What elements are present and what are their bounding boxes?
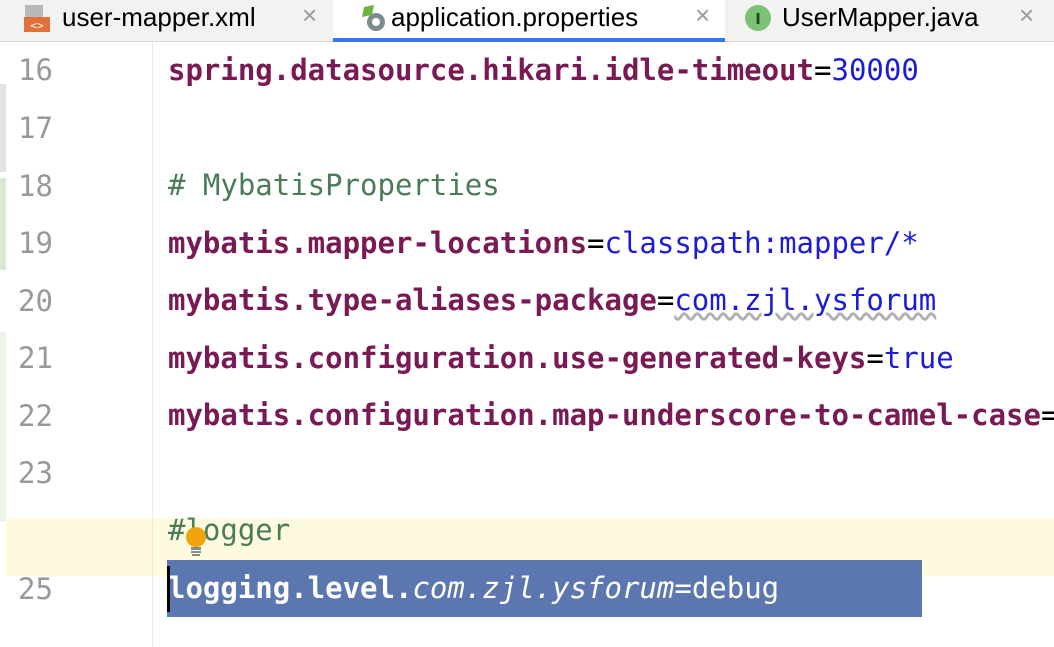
code-line-16[interactable]: spring.datasource.hikari.idle-timeout=30… [168,54,919,86]
comment-hash: # [168,513,186,547]
property-key: mybatis.mapper-locations [168,226,588,260]
logger-package: com.zjl.ysforum [412,571,675,605]
code-line-18[interactable]: # MybatisProperties [168,169,500,201]
tab-user-mapper-java[interactable]: I UserMapper.java × [725,0,1054,38]
equals-sign: = [656,283,675,317]
lightbulb-icon[interactable] [185,527,207,557]
tab-label: application.properties [391,2,639,32]
current-line-gutter [6,518,152,576]
editor-tab-bar: <> user-mapper.xml × application.propert… [0,0,1054,42]
spring-properties-icon [362,5,385,31]
property-value: 30000 [831,53,919,87]
vcs-change-marker [0,178,6,270]
line-number: 17 [18,111,53,145]
property-key: mybatis.configuration.use-generated-keys [168,341,867,375]
property-key: logging.level. [168,571,413,605]
line-number: 20 [18,284,53,318]
tab-label: user-mapper.xml [62,2,256,32]
line-number: 22 [18,399,53,433]
svg-text:<>: <> [30,19,44,32]
line-number: 25 [18,572,53,606]
tab-label: UserMapper.java [782,2,979,32]
close-icon[interactable]: × [695,2,710,28]
close-icon[interactable]: × [302,2,317,28]
vcs-change-marker [0,84,6,172]
line-number: 16 [18,53,53,87]
property-value: classpath:mapper/* [604,226,919,260]
equals-sign: = [814,53,832,87]
tab-application-properties[interactable]: application.properties × [333,0,725,38]
code-line-22[interactable]: mybatis.configuration.map-underscore-to-… [168,399,1054,431]
svg-text:I: I [755,10,761,28]
equals-sign: = [587,226,605,260]
equals-sign: = [1040,398,1054,432]
text-caret [167,566,170,612]
equals-sign: = [866,341,884,375]
vcs-change-marker [0,332,6,522]
code-line-21[interactable]: mybatis.configuration.use-generated-keys… [168,342,954,374]
tab-user-mapper-xml[interactable]: <> user-mapper.xml × [0,0,333,38]
java-interface-icon: I [745,5,771,31]
code-line-25[interactable]: logging.level.com.zjl.ysforum=debug [168,572,779,604]
property-value: debug [691,571,780,605]
property-key: mybatis.configuration.map-underscore-to-… [168,398,1041,432]
code-line-19[interactable]: mybatis.mapper-locations=classpath:mappe… [168,227,919,259]
line-number: 21 [18,341,53,375]
property-value: com.zjl.ysforum [674,283,937,317]
close-icon[interactable]: × [1019,2,1034,28]
property-key: spring.datasource.hikari.idle-timeout [168,53,815,87]
comment: # MybatisProperties [168,168,500,202]
line-number: 19 [18,226,53,260]
property-key: mybatis.type-aliases-package [168,283,657,317]
equals-sign: = [674,571,692,605]
xml-file-icon: <> [24,5,50,32]
code-editor[interactable]: spring.datasource.hikari.idle-timeout=30… [153,42,1054,647]
code-line-20[interactable]: mybatis.type-aliases-package=com.zjl.ysf… [168,284,936,316]
line-number: 18 [18,169,53,203]
line-number: 23 [18,456,53,490]
property-value: true [883,341,954,375]
